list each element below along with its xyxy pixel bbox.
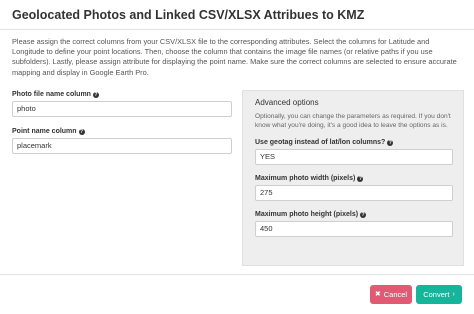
photo-column-input[interactable] [12, 100, 232, 117]
max-width-label-text: Maximum photo width (pixels) [255, 175, 356, 183]
form-columns: Photo file name column ? Point name colu… [12, 89, 464, 266]
dialog-body: Please assign the correct columns from y… [0, 30, 474, 266]
x-square-icon: ✖ [374, 291, 381, 298]
main-fields: Photo file name column ? Point name colu… [12, 90, 232, 154]
max-width-input[interactable] [255, 184, 453, 201]
convert-button[interactable]: Convert › [416, 285, 462, 304]
help-icon[interactable]: ? [360, 211, 367, 218]
cancel-button[interactable]: ✖ Cancel [370, 285, 412, 304]
help-icon[interactable]: ? [92, 91, 99, 98]
point-name-label: Point name column ? [12, 127, 232, 137]
help-icon[interactable]: ? [387, 139, 394, 146]
photo-column-label: Photo file name column ? [12, 90, 232, 100]
cancel-button-label: Cancel [383, 290, 408, 299]
dialog-footer: ✖ Cancel Convert › [0, 274, 474, 314]
help-icon[interactable]: ? [357, 175, 364, 182]
geotag-label: Use geotag instead of lat/lon columns? ? [255, 138, 451, 148]
max-height-input[interactable] [255, 220, 453, 237]
advanced-options-panel: Advanced options Optionally, you can cha… [242, 89, 464, 266]
dialog-header: Geolocated Photos and Linked CSV/XLSX At… [0, 0, 474, 30]
point-name-input[interactable] [12, 137, 232, 154]
kmz-dialog: Geolocated Photos and Linked CSV/XLSX At… [0, 0, 474, 314]
intro-text: Please assign the correct columns from y… [12, 37, 457, 77]
photo-column-label-text: Photo file name column [12, 91, 91, 99]
geotag-label-text: Use geotag instead of lat/lon columns? [255, 139, 386, 147]
advanced-options-title: Advanced options [255, 97, 319, 107]
dialog-title: Geolocated Photos and Linked CSV/XLSX At… [12, 7, 365, 22]
convert-button-label: Convert [423, 290, 450, 299]
help-icon[interactable]: ? [78, 128, 85, 135]
max-height-label-text: Maximum photo height (pixels) [255, 211, 359, 219]
chevron-right-icon: › [452, 291, 455, 298]
max-height-label: Maximum photo height (pixels) ? [255, 210, 451, 220]
geotag-input[interactable] [255, 148, 453, 165]
max-width-label: Maximum photo width (pixels) ? [255, 174, 451, 184]
advanced-options-description: Optionally, you can change the parameter… [255, 112, 451, 129]
point-name-label-text: Point name column [12, 128, 77, 136]
